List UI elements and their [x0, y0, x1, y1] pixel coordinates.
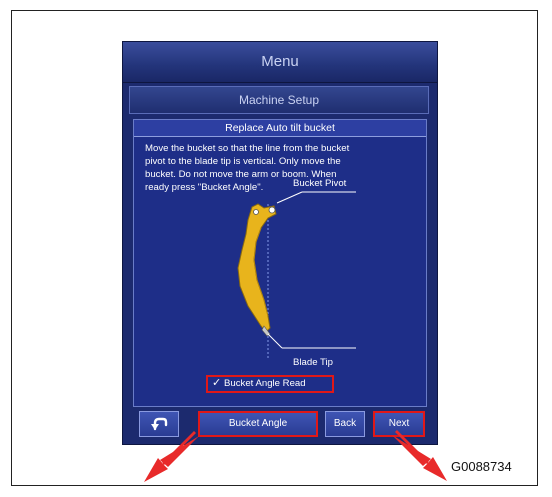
- checkmark-icon: ✓: [212, 377, 222, 389]
- back-button[interactable]: Back: [325, 411, 365, 437]
- figure-id: G0088734: [451, 459, 512, 474]
- bucket-diagram: [237, 191, 356, 358]
- replace-bucket-panel: Replace Auto tilt bucket Move the bucket…: [133, 119, 427, 407]
- pivot-pin: [268, 206, 276, 214]
- menu-title: Menu: [261, 53, 299, 70]
- pivot-leader-line: [276, 191, 303, 204]
- tip-leader-line: [267, 333, 283, 349]
- blade-tip-label: Blade Tip: [293, 357, 334, 368]
- undo-arrow-icon: [151, 417, 168, 431]
- bucket-pivot-label: Bucket Pivot: [293, 178, 347, 189]
- next-button[interactable]: Next: [373, 411, 425, 437]
- bucket-angle-read-checkbox[interactable]: ✓ Bucket Angle Read: [206, 375, 334, 393]
- checkbox-label: Bucket Angle Read: [224, 378, 306, 389]
- bucket-icon: [237, 203, 277, 337]
- machine-setup-header: Machine Setup: [129, 86, 429, 114]
- back-arrow-button[interactable]: [139, 411, 179, 437]
- bottom-button-bar: Bucket Angle Back Next: [123, 408, 437, 444]
- menu-title-bar: Menu: [123, 42, 437, 83]
- section-title: Machine Setup: [238, 93, 320, 107]
- device-screen: Menu Machine Setup Replace Auto tilt buc…: [122, 41, 438, 445]
- bucket-angle-button[interactable]: Bucket Angle: [198, 411, 318, 437]
- link-pin: [253, 209, 259, 215]
